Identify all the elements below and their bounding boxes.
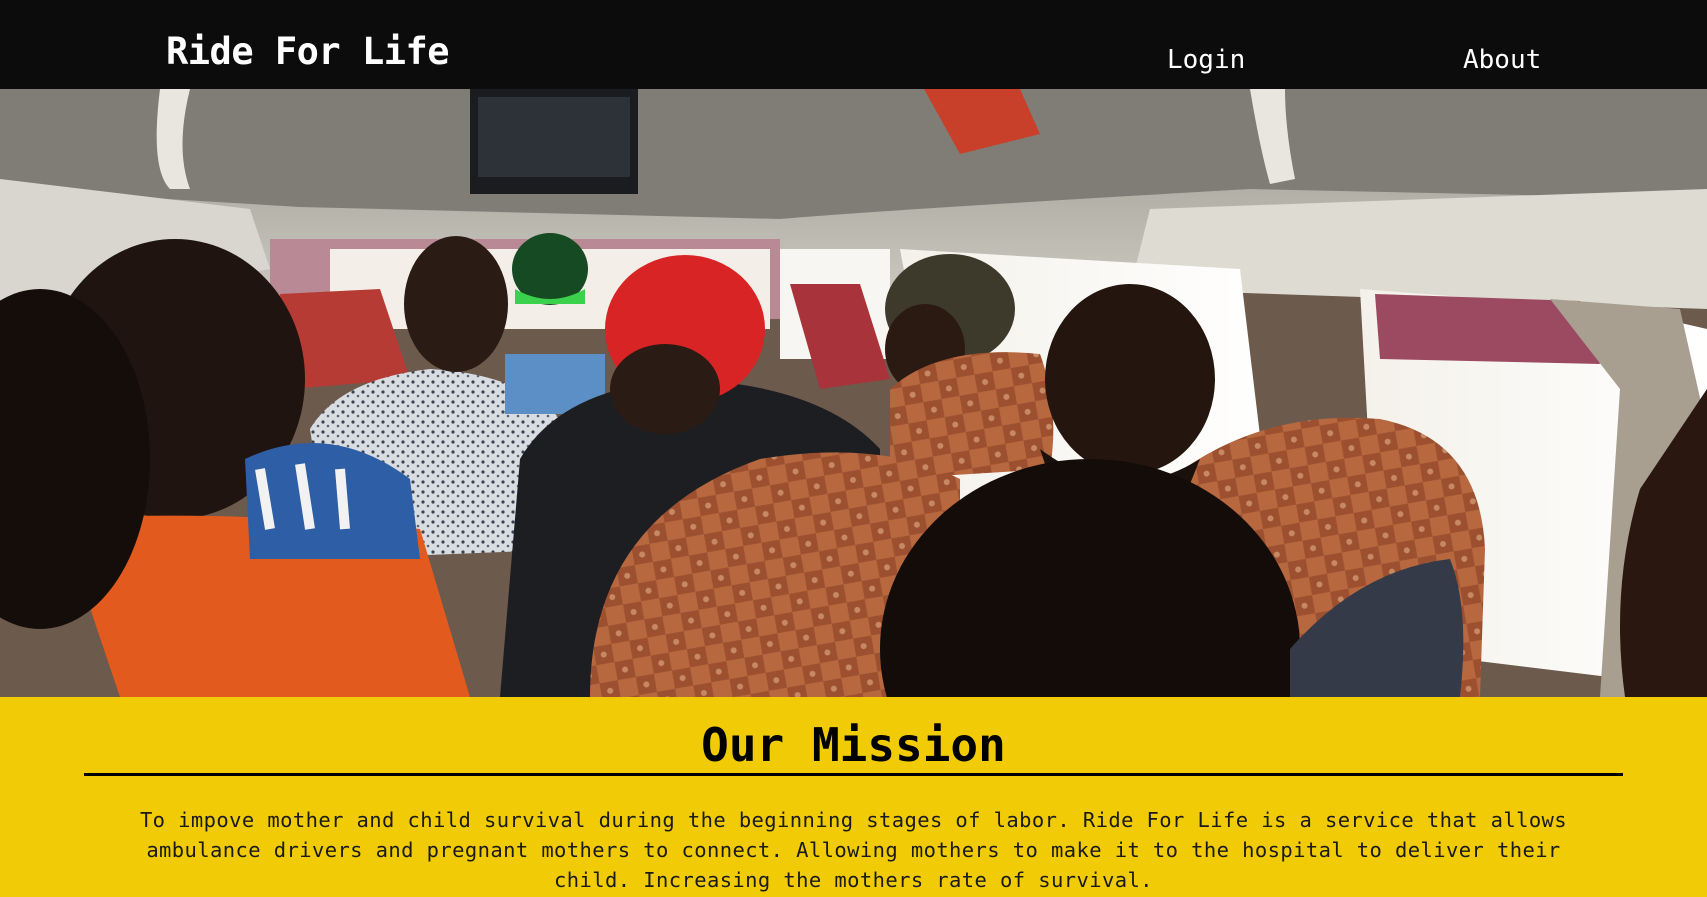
mission-divider [84, 773, 1623, 776]
navbar: Ride For Life Login About [0, 0, 1707, 89]
mission-text: To impove mother and child survival duri… [139, 808, 1568, 892]
brand-logo[interactable]: Ride For Life [166, 30, 450, 74]
nav-login-link[interactable]: Login [1167, 44, 1245, 76]
mission-section: Our Mission To impove mother and child s… [0, 697, 1707, 897]
mission-title: Our Mission [701, 718, 1006, 772]
hero-image [0, 89, 1707, 697]
minibus-interior-illustration [0, 89, 1707, 697]
nav-about-link[interactable]: About [1463, 44, 1541, 76]
